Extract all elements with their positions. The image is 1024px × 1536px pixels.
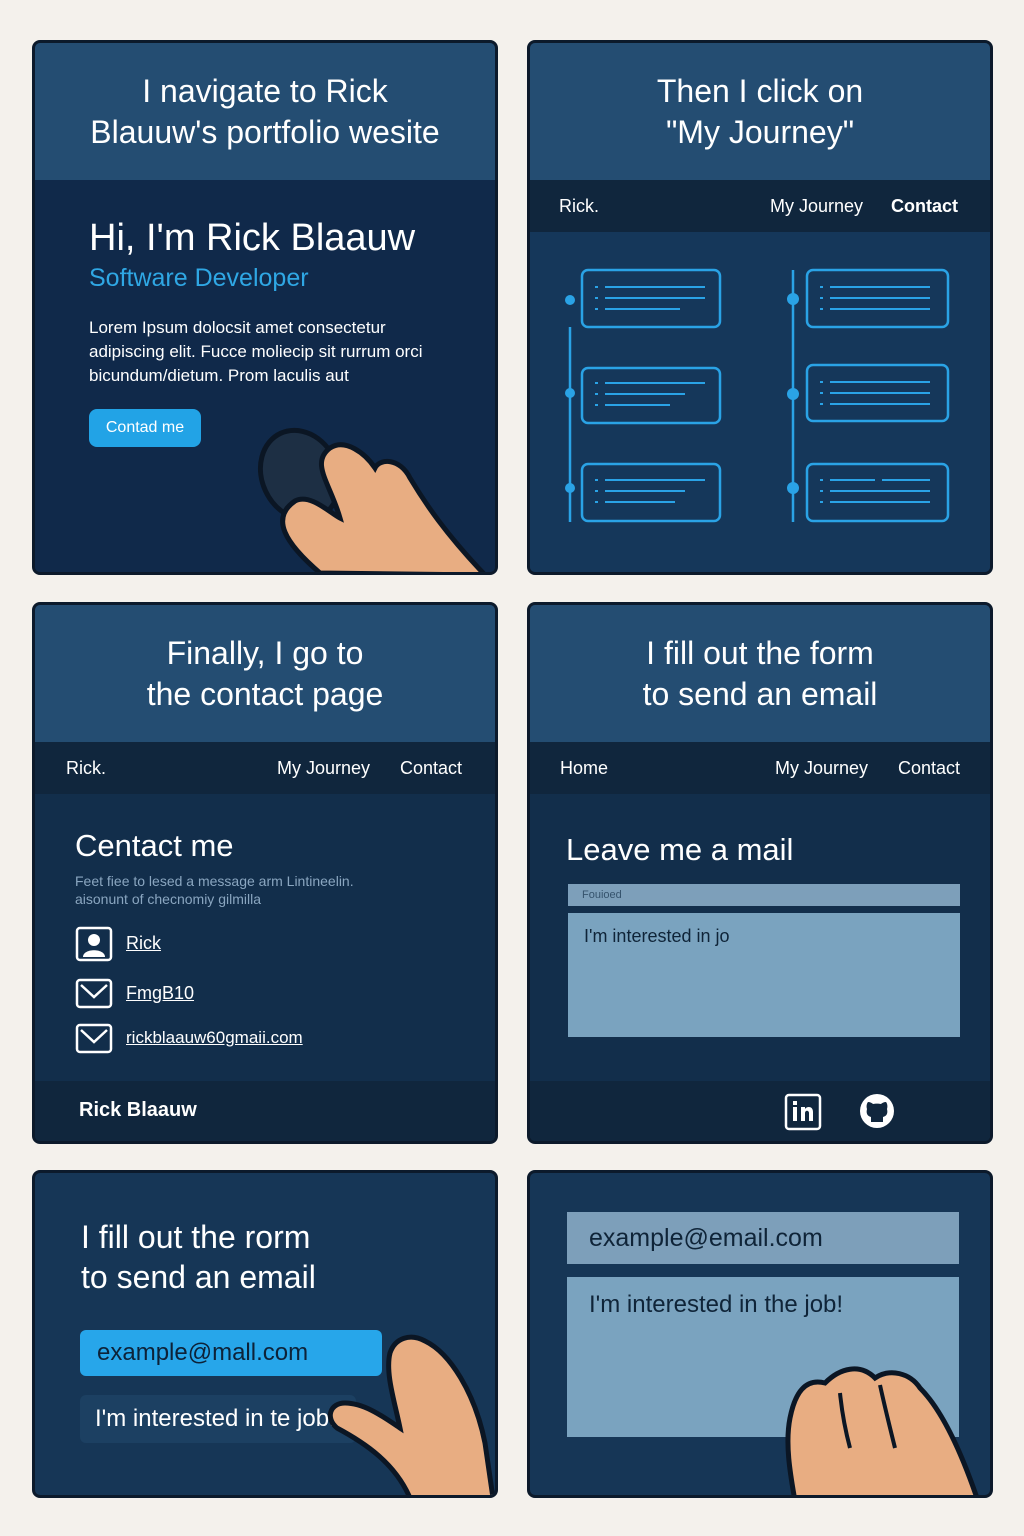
timeline-graphic [565,268,950,523]
footer: Rick Blaauw [35,1081,495,1141]
hero-subtitle: Software Developer [89,264,309,292]
footer-name: Rick Blaauw [79,1099,197,1121]
hand-on-mouse-icon [257,427,486,572]
navbar: Rick. My Journey Contact [35,742,495,794]
footer [530,1081,990,1141]
nav-brand[interactable]: Rick. [559,196,599,217]
comic-panel-5: I fill out the rorm to send an email exa… [32,1170,498,1498]
caption-line: I navigate to Rick [142,72,388,109]
hand-pointer-icon [785,1366,979,1495]
navbar: Home My Journey Contact [530,742,990,794]
panel-caption: I fill out the form to send an email [530,605,990,742]
email-field[interactable]: Fouioed [568,884,960,906]
panel-caption: I fill out the rorm to send an email [81,1217,316,1297]
panel-caption: I navigate to Rick Blauuw's portfolio we… [35,43,495,180]
caption-line: I fill out the rorm [81,1219,311,1255]
mail-icon [75,1023,113,1054]
panel-caption: Finally, I go to the contact page [35,605,495,742]
hero-section: Hi, I'm Rick Blaauw Software Developer L… [35,180,495,572]
caption-line: Finally, I go to [166,634,364,671]
caption-line: to send an email [81,1259,316,1295]
message-textarea[interactable]: I'm interested in jo [568,913,960,1037]
caption-line: Then I click on [656,72,864,109]
nav-link-contact[interactable]: Contact [898,758,960,779]
panel-caption: Then I click on "My Journey" [530,43,990,180]
contact-me-button[interactable]: Contad me [89,409,201,447]
hand-pointer-icon [327,1334,495,1495]
contact-name-link[interactable]: Rick [126,933,161,954]
nav-brand[interactable]: Rick. [66,758,106,779]
caption-line: "My Journey" [665,113,855,150]
caption-line: the contact page [146,675,384,712]
nav-link-my-journey[interactable]: My Journey [775,758,868,779]
nav-link-my-journey[interactable]: My Journey [770,196,863,217]
comic-panel-4: I fill out the form to send an email Hom… [527,602,993,1144]
navbar: Rick. My Journey Contact [530,180,990,232]
contact-email-link[interactable]: rickblaauw60gmaii.com [126,1028,303,1048]
github-icon[interactable] [858,1092,896,1130]
contact-title: Centact me [75,828,234,863]
comic-panel-3: Finally, I go to the contact page Rick. … [32,602,498,1144]
caption-line: I fill out the form [646,634,874,671]
nav-link-my-journey[interactable]: My Journey [277,758,370,779]
person-icon [75,926,113,962]
nav-link-contact[interactable]: Contact [891,196,958,217]
mail-form-title: Leave me a mail [566,832,794,867]
caption-line: to send an email [642,675,878,712]
journey-timeline [530,232,990,572]
email-input[interactable]: example@email.com [567,1212,959,1264]
nav-link-contact[interactable]: Contact [400,758,462,779]
contact-section: Centact me Feet fiee to lesed a message … [35,794,495,1084]
nav-link-home[interactable]: Home [560,758,608,779]
comic-panel-6: example@email.com I'm interested in the … [527,1170,993,1498]
linkedin-icon[interactable] [784,1093,822,1131]
message-input[interactable]: I'm interested in te job! [80,1395,356,1443]
contact-note: Feet fiee to lesed a message arm Lintine… [75,873,354,907]
mail-icon [75,978,113,1009]
mail-form-section: Leave me a mail Fouioed I'm interested i… [530,794,990,1084]
hero-description: Lorem Ipsum dolocsit amet consectetur ad… [89,318,423,385]
hero-title: Hi, I'm Rick Blaauw [89,217,416,259]
caption-line: Blauuw's portfolio wesite [90,113,440,150]
comic-panel-1: I navigate to Rick Blauuw's portfolio we… [32,40,498,575]
contact-link[interactable]: FmgB10 [126,983,194,1004]
comic-panel-2: Then I click on "My Journey" Rick. My Jo… [527,40,993,575]
